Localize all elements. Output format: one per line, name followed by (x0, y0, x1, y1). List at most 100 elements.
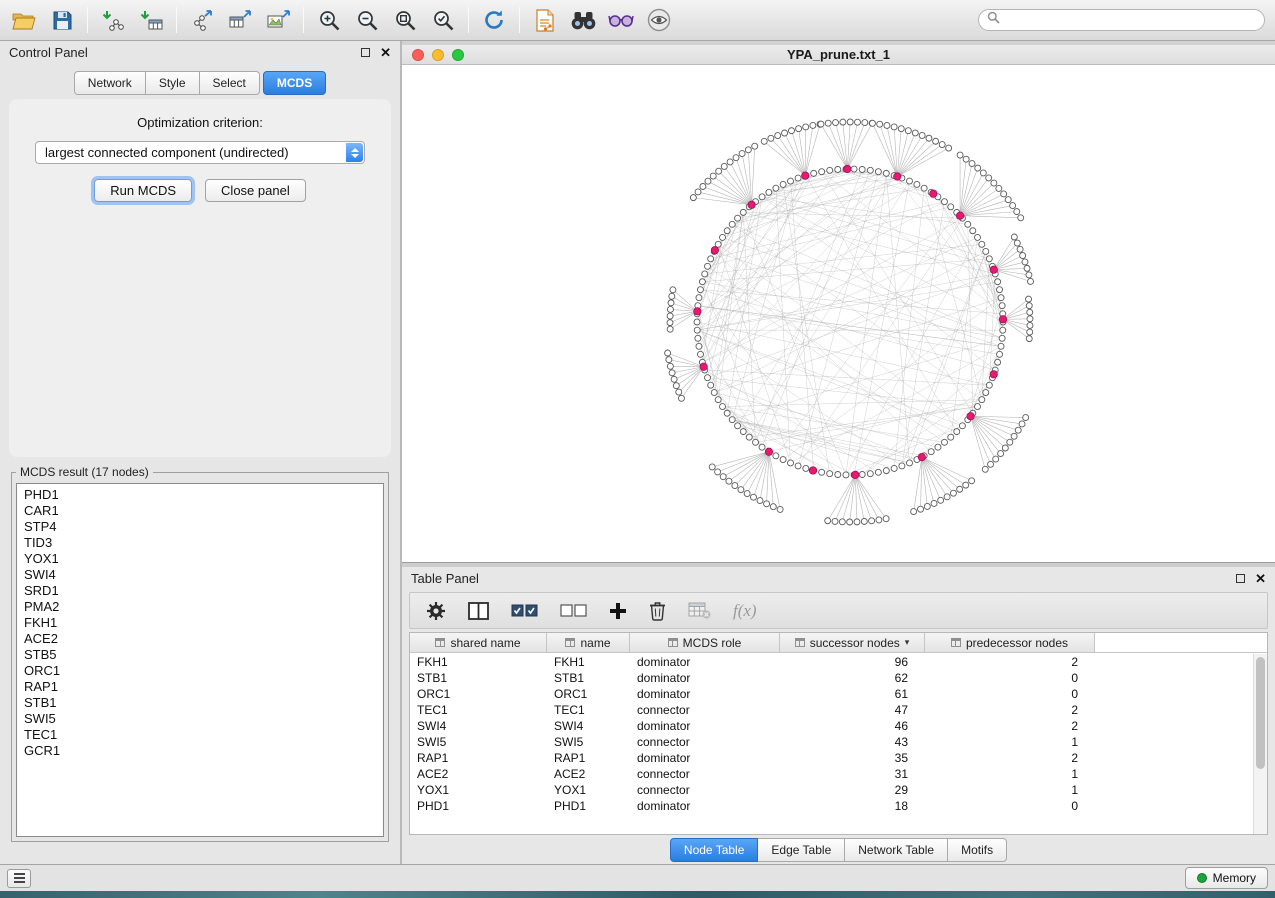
tab-select[interactable]: Select (200, 71, 260, 95)
toolbar-separator (519, 7, 520, 33)
result-item[interactable]: CAR1 (24, 503, 376, 519)
mcds-controls: Optimization criterion: largest connecte… (9, 99, 391, 457)
minimize-window-icon[interactable] (432, 49, 444, 61)
table-panel-title: Table Panel (411, 571, 479, 586)
table-cell: 61 (780, 686, 925, 702)
sort-arrow-icon[interactable]: ▾ (905, 637, 910, 648)
result-item[interactable]: SWI5 (24, 711, 376, 727)
float-table-panel-icon[interactable] (1236, 574, 1245, 583)
result-item[interactable]: TEC1 (24, 727, 376, 743)
result-item[interactable]: YOX1 (24, 551, 376, 567)
result-item[interactable]: ORC1 (24, 663, 376, 679)
zoom-in-icon[interactable] (315, 6, 343, 34)
export-image-icon[interactable] (264, 6, 292, 34)
tab-mcds[interactable]: MCDS (263, 71, 326, 95)
export-table-icon[interactable] (226, 6, 254, 34)
result-item[interactable]: PMA2 (24, 599, 376, 615)
table-row[interactable]: RAP1RAP1dominator352 (410, 750, 1267, 766)
search-field (978, 9, 1265, 31)
close-panel-icon[interactable]: ✕ (380, 48, 391, 58)
result-item[interactable]: SWI4 (24, 567, 376, 583)
import-network-icon[interactable] (99, 6, 127, 34)
zoom-selected-icon[interactable] (429, 6, 457, 34)
deselect-all-icon[interactable] (560, 604, 587, 617)
network-canvas[interactable] (402, 65, 1275, 562)
tab-edge-table[interactable]: Edge Table (758, 838, 845, 862)
tab-motifs[interactable]: Motifs (948, 838, 1007, 862)
task-history-button[interactable] (7, 869, 31, 888)
open-folder-icon[interactable] (10, 6, 38, 34)
table-row[interactable]: SWI5SWI5connector431 (410, 734, 1267, 750)
close-panel-button[interactable]: Close panel (205, 179, 306, 202)
table-row[interactable]: STB1STB1dominator620 (410, 670, 1267, 686)
table-cell: 0 (925, 686, 1095, 702)
add-column-icon[interactable] (609, 602, 627, 620)
result-item[interactable]: TID3 (24, 535, 376, 551)
import-table-icon[interactable] (137, 6, 165, 34)
result-item[interactable]: FKH1 (24, 615, 376, 631)
result-item[interactable]: SRD1 (24, 583, 376, 599)
tab-network[interactable]: Network (74, 71, 146, 95)
table-row[interactable]: ORC1ORC1dominator610 (410, 686, 1267, 702)
result-item[interactable]: GCR1 (24, 743, 376, 759)
select-all-icon[interactable] (511, 604, 538, 617)
tab-network-table[interactable]: Network Table (845, 838, 948, 862)
column-header-predecessor-nodes[interactable]: predecessor nodes (925, 633, 1095, 652)
scrollbar-thumb[interactable] (1256, 657, 1265, 769)
column-header-MCDS-role[interactable]: MCDS role (630, 633, 780, 652)
result-item[interactable]: STB5 (24, 647, 376, 663)
delete-column-icon[interactable] (649, 600, 666, 621)
column-header-successor-nodes[interactable]: successor nodes▾ (780, 633, 925, 652)
table-row[interactable]: PHD1PHD1dominator180 (410, 798, 1267, 814)
hamburger-icon (14, 873, 25, 875)
table-row[interactable]: ACE2ACE2connector311 (410, 766, 1267, 782)
refresh-icon[interactable] (480, 6, 508, 34)
tab-style[interactable]: Style (146, 71, 200, 95)
result-item[interactable]: ACE2 (24, 631, 376, 647)
eye-icon[interactable] (645, 6, 673, 34)
column-header-shared-name[interactable]: shared name (410, 633, 547, 652)
table-row[interactable]: FKH1FKH1dominator962 (410, 654, 1267, 670)
column-label: predecessor nodes (966, 636, 1068, 650)
column-grid-icon (951, 638, 961, 647)
control-panel-tabs: Network Style Select MCDS (0, 71, 400, 95)
close-window-icon[interactable] (412, 49, 424, 61)
memory-button[interactable]: Memory (1185, 867, 1268, 889)
export-network-icon[interactable] (188, 6, 216, 34)
show-columns-icon[interactable] (468, 602, 489, 620)
network-title: YPA_prune.txt_1 (402, 47, 1275, 62)
result-item[interactable]: STP4 (24, 519, 376, 535)
glasses-icon[interactable] (607, 6, 635, 34)
optimization-select[interactable]: largest connected component (undirected) (35, 141, 365, 164)
search-binoculars-icon[interactable] (569, 6, 597, 34)
search-input[interactable] (1005, 12, 1256, 28)
result-item[interactable]: PHD1 (24, 487, 376, 503)
mcds-result-list[interactable]: PHD1CAR1STP4TID3YOX1SWI4SRD1PMA2FKH1ACE2… (16, 483, 384, 837)
table-tabs: Node Table Edge Table Network Table Moti… (402, 835, 1275, 864)
table-cell: connector (630, 766, 780, 782)
table-vertical-scrollbar[interactable] (1253, 654, 1267, 834)
column-header-name[interactable]: name (547, 633, 630, 652)
table-row[interactable]: SWI4SWI4dominator462 (410, 718, 1267, 734)
maximize-window-icon[interactable] (452, 49, 464, 61)
table-cell: connector (630, 702, 780, 718)
table-cell: connector (630, 782, 780, 798)
table-row[interactable]: YOX1YOX1connector291 (410, 782, 1267, 798)
float-panel-icon[interactable] (361, 48, 370, 57)
table-cell: TEC1 (547, 702, 630, 718)
result-item[interactable]: STB1 (24, 695, 376, 711)
tab-node-table[interactable]: Node Table (670, 838, 759, 862)
zoom-fit-icon[interactable] (391, 6, 419, 34)
table-toolbar: f(x) (409, 592, 1268, 629)
cytoscape-window: Control Panel ✕ Network Style Select MCD… (0, 0, 1275, 898)
close-table-panel-icon[interactable]: ✕ (1255, 574, 1266, 584)
table-row[interactable]: TEC1TEC1connector472 (410, 702, 1267, 718)
run-mcds-button[interactable]: Run MCDS (94, 179, 192, 202)
share-document-icon[interactable] (531, 6, 559, 34)
zoom-out-icon[interactable] (353, 6, 381, 34)
save-icon[interactable] (48, 6, 76, 34)
table-cell: FKH1 (410, 654, 547, 670)
table-settings-gear-icon[interactable] (426, 601, 446, 621)
memory-status-dot (1197, 873, 1207, 883)
result-item[interactable]: RAP1 (24, 679, 376, 695)
